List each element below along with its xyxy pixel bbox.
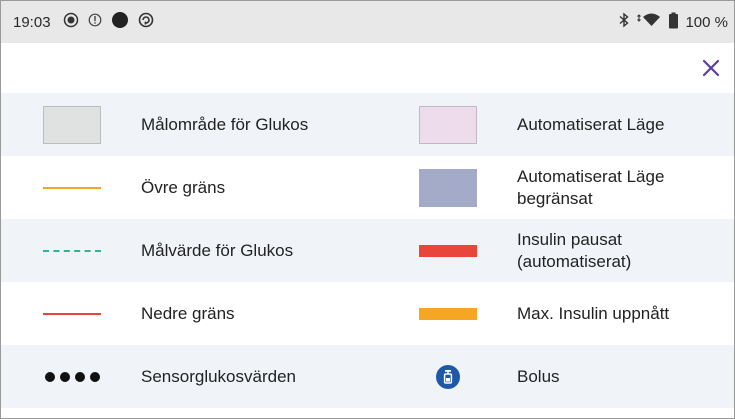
- legend-row: Övre gräns Automatiserat Läge begränsat: [1, 156, 734, 219]
- sensor-dot: [59, 371, 70, 382]
- sensor-dot: [44, 371, 55, 382]
- legend-row: Sensorglukosvärden Bolus: [1, 345, 734, 408]
- automated-mode-swatch: [419, 105, 477, 144]
- legend-label: Automatiserat Läge begränsat: [517, 166, 665, 208]
- legend-item: Övre gräns: [1, 156, 371, 219]
- legend-row: Nedre gräns Max. Insulin uppnått: [1, 282, 734, 345]
- status-bar-left: 19:03: [1, 11, 163, 33]
- legend-symbol: [25, 93, 119, 156]
- dialog-header: [1, 43, 734, 93]
- legend-label: Målvärde för Glukos: [141, 240, 294, 260]
- legend-symbol: [25, 219, 119, 282]
- legend-symbol: [401, 93, 495, 156]
- battery-icon: [668, 12, 679, 33]
- sensor-glucose-dots: [44, 371, 100, 382]
- legend-item: Max. Insulin uppnått: [371, 282, 734, 345]
- insulin-paused-bar: [419, 244, 477, 257]
- record-icon: [111, 11, 129, 33]
- legend-symbol: [25, 156, 119, 219]
- legend-label: Bolus: [517, 366, 560, 386]
- target-icon: [63, 12, 79, 32]
- legend-item: Nedre gräns: [1, 282, 371, 345]
- legend-item: Automatiserat Läge begränsat: [371, 156, 734, 219]
- legend-symbol: [401, 156, 495, 219]
- legend-label: Insulin pausat (automatiserat): [517, 229, 632, 271]
- bluetooth-icon: [618, 12, 630, 32]
- lower-limit-line: [43, 312, 101, 315]
- wifi-icon: [636, 12, 662, 32]
- legend-label: Max. Insulin uppnått: [517, 303, 670, 323]
- legend-symbol: [401, 345, 495, 408]
- legend-row: Målområde för Glukos Automatiserat Läge: [1, 93, 734, 156]
- status-bar-right: 100 %: [618, 12, 734, 33]
- sensor-dot: [74, 371, 85, 382]
- legend-label: Målområde för Glukos: [141, 114, 309, 134]
- sync-icon: [138, 12, 154, 32]
- legend-item: Sensorglukosvärden: [1, 345, 371, 408]
- legend-item: Målområde för Glukos: [1, 93, 371, 156]
- legend-label: Sensorglukosvärden: [141, 366, 296, 386]
- legend-item: Målvärde för Glukos: [1, 219, 371, 282]
- legend-label: Automatiserat Läge: [517, 114, 665, 134]
- legend-list: Målområde för Glukos Automatiserat Läge …: [1, 93, 734, 408]
- legend-item: Automatiserat Läge: [371, 93, 734, 156]
- close-button[interactable]: [696, 53, 726, 83]
- target-range-swatch: [43, 105, 101, 144]
- legend-label: Nedre gräns: [141, 303, 235, 323]
- legend-label: Övre gräns: [141, 177, 226, 197]
- status-bar: 19:03 100 %: [1, 1, 734, 43]
- legend-item: Bolus: [371, 345, 734, 408]
- legend-symbol: [25, 282, 119, 345]
- legend-symbol: [401, 282, 495, 345]
- close-icon: [702, 59, 720, 77]
- upper-limit-line: [43, 186, 101, 189]
- bolus-icon: [436, 364, 460, 389]
- legend-row: Målvärde för Glukos Insulin pausat (auto…: [1, 219, 734, 282]
- app-frame: 19:03 100 % Målområde för Glukos Automat…: [0, 0, 735, 419]
- status-time: 19:03: [13, 13, 51, 31]
- legend-symbol: [25, 345, 119, 408]
- target-value-line: [43, 249, 101, 252]
- automated-mode-limited-swatch: [419, 168, 477, 207]
- sensor-dot: [89, 371, 100, 382]
- legend-item: Insulin pausat (automatiserat): [371, 219, 734, 282]
- max-insulin-bar: [419, 307, 477, 320]
- battery-level: 100 %: [685, 13, 728, 31]
- info-icon: [88, 13, 102, 31]
- legend-symbol: [401, 219, 495, 282]
